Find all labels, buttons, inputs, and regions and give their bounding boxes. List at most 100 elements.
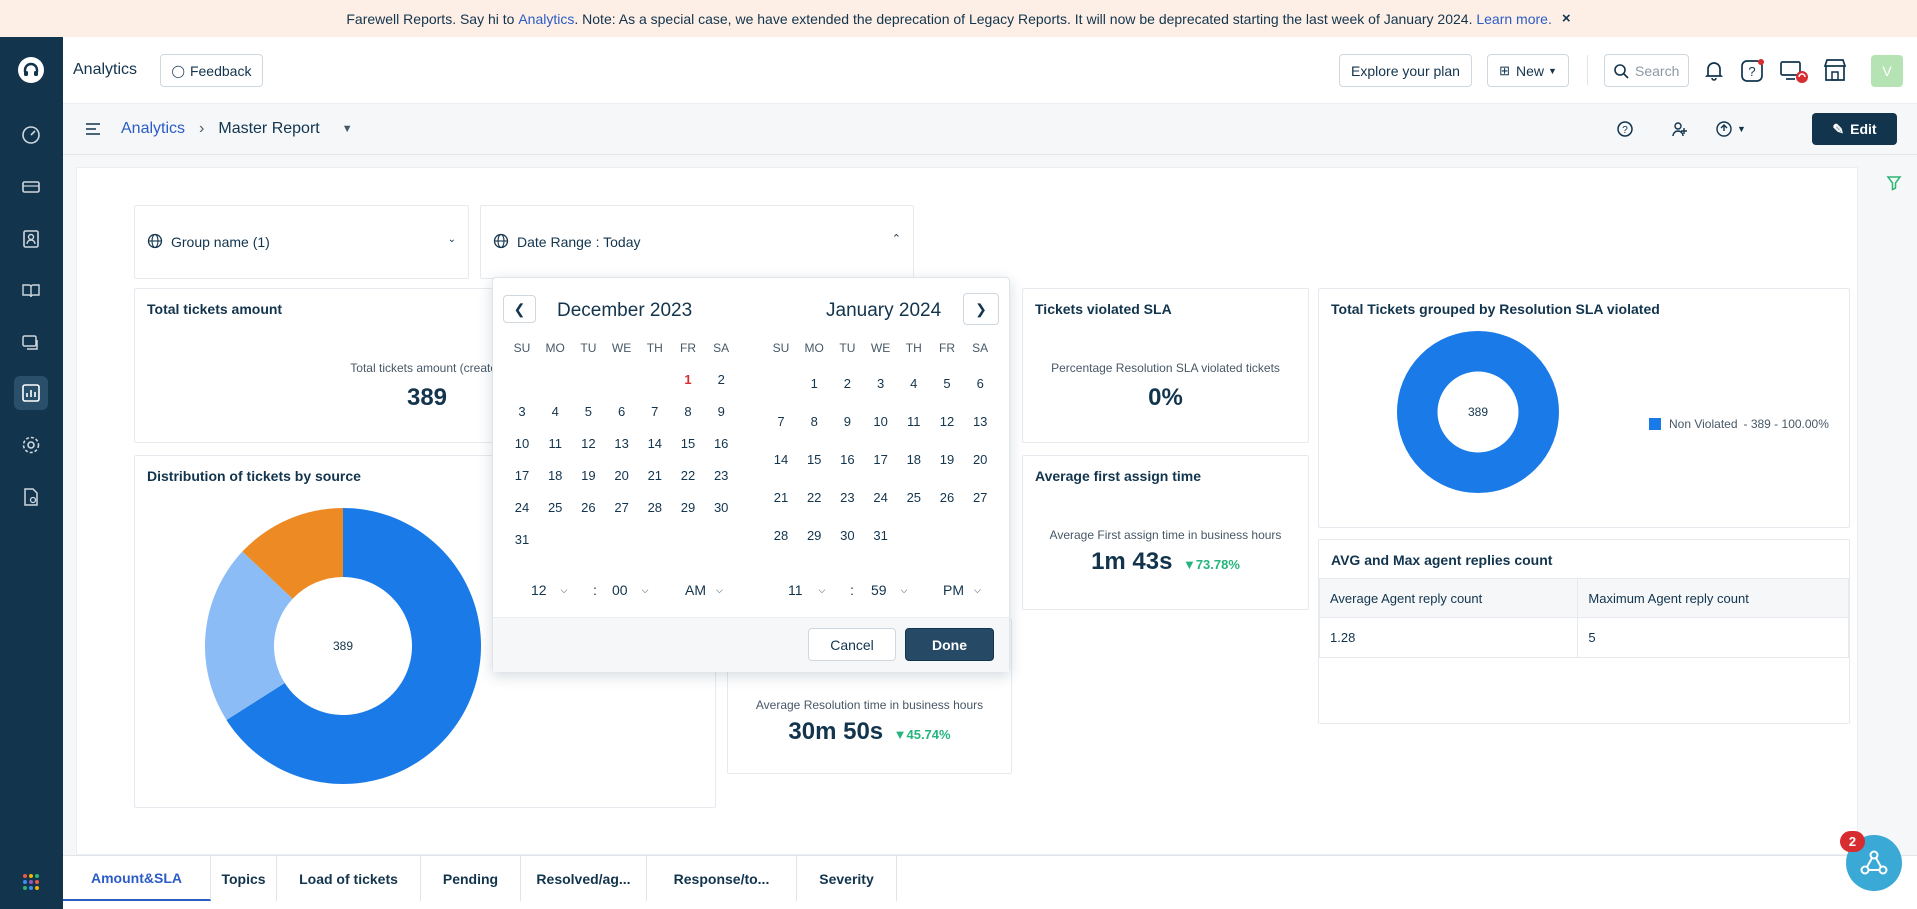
- share-users-icon[interactable]: [1671, 120, 1689, 143]
- calendar-day[interactable]: 16: [709, 436, 733, 451]
- calendar-day[interactable]: 29: [802, 528, 826, 543]
- apps-grid-icon[interactable]: [14, 865, 48, 899]
- calendar-day[interactable]: 3: [869, 376, 893, 391]
- tab-severity[interactable]: Severity: [797, 856, 897, 901]
- calendar-day[interactable]: 23: [835, 490, 859, 505]
- calendar-day[interactable]: 26: [576, 500, 600, 515]
- calendar-day[interactable]: 17: [869, 452, 893, 467]
- marketplace-store-icon[interactable]: [1822, 57, 1848, 88]
- calendar-day[interactable]: 13: [610, 436, 634, 451]
- prev-month-button[interactable]: ❮: [503, 295, 536, 323]
- calendar-day[interactable]: 31: [869, 528, 893, 543]
- calendar-day[interactable]: 21: [769, 490, 793, 505]
- calendar-day[interactable]: 15: [676, 436, 700, 451]
- banner-analytics-link[interactable]: Analytics: [518, 11, 574, 27]
- calendar-day[interactable]: 18: [902, 452, 926, 467]
- calendar-day[interactable]: 9: [709, 404, 733, 419]
- calendar-day[interactable]: 12: [935, 414, 959, 429]
- calendar-day[interactable]: 26: [935, 490, 959, 505]
- calendar-day[interactable]: 31: [510, 532, 534, 547]
- calendar-day[interactable]: 30: [709, 500, 733, 515]
- calendar-day[interactable]: 8: [676, 404, 700, 419]
- calendar-day[interactable]: 15: [802, 452, 826, 467]
- calendar-day[interactable]: 4: [543, 404, 567, 419]
- tickets-icon[interactable]: [14, 170, 48, 204]
- question-circle-icon[interactable]: ?: [1616, 120, 1634, 143]
- calendar-day[interactable]: 21: [643, 468, 667, 483]
- hamburger-menu-icon[interactable]: [85, 122, 101, 141]
- bell-icon[interactable]: [1702, 58, 1726, 87]
- calendar-day[interactable]: 25: [543, 500, 567, 515]
- calendar-day[interactable]: 14: [769, 452, 793, 467]
- calendar-day[interactable]: 2: [709, 372, 733, 387]
- settings-gear-icon[interactable]: [14, 428, 48, 462]
- calendar-day[interactable]: 24: [869, 490, 893, 505]
- calendar-day[interactable]: 28: [643, 500, 667, 515]
- calendar-day[interactable]: 4: [902, 376, 926, 391]
- calendar-day[interactable]: 13: [968, 414, 992, 429]
- calendar-day[interactable]: 16: [835, 452, 859, 467]
- end-ampm-select[interactable]: PM ⌵: [943, 582, 981, 598]
- start-hour-select[interactable]: 12 ⌵: [531, 582, 567, 598]
- breadcrumb-analytics-link[interactable]: Analytics: [121, 120, 185, 138]
- calendar-day[interactable]: 22: [676, 468, 700, 483]
- calendar-day[interactable]: 25: [902, 490, 926, 505]
- calendar-day[interactable]: 24: [510, 500, 534, 515]
- calendar-day[interactable]: 6: [968, 376, 992, 391]
- contacts-icon[interactable]: [14, 222, 48, 256]
- calendar-day[interactable]: 7: [769, 414, 793, 429]
- tab-pending[interactable]: Pending: [421, 856, 521, 901]
- calendar-day[interactable]: 20: [968, 452, 992, 467]
- next-month-button[interactable]: ❯: [963, 293, 999, 325]
- end-minute-select[interactable]: 59 ⌵: [871, 582, 907, 598]
- forums-icon[interactable]: [14, 326, 48, 360]
- calendar-day[interactable]: 9: [835, 414, 859, 429]
- banner-close-icon[interactable]: ×: [1562, 10, 1571, 27]
- calendar-day[interactable]: 19: [576, 468, 600, 483]
- calendar-day[interactable]: 14: [643, 436, 667, 451]
- tab-load-of-tickets[interactable]: Load of tickets: [277, 856, 421, 901]
- new-button[interactable]: ⊞ New ▼: [1487, 54, 1569, 87]
- tab-amount-sla[interactable]: Amount&SLA: [63, 856, 211, 901]
- calendar-day[interactable]: 10: [869, 414, 893, 429]
- calendar-day[interactable]: 5: [935, 376, 959, 391]
- banner-learn-more-link[interactable]: Learn more.: [1476, 11, 1551, 27]
- start-minute-select[interactable]: 00 ⌵: [612, 582, 648, 598]
- calendar-day[interactable]: 3: [510, 404, 534, 419]
- cancel-button[interactable]: Cancel: [808, 628, 896, 661]
- calendar-day[interactable]: 29: [676, 500, 700, 515]
- reports-doc-icon[interactable]: [14, 480, 48, 514]
- monitor-status-icon[interactable]: [1779, 58, 1809, 89]
- edit-button[interactable]: ✎ Edit: [1812, 113, 1897, 145]
- calendar-day[interactable]: 27: [968, 490, 992, 505]
- calendar-day[interactable]: 11: [543, 436, 567, 451]
- calendar-day[interactable]: 28: [769, 528, 793, 543]
- start-ampm-select[interactable]: AM ⌵: [685, 582, 723, 598]
- tab-response-to[interactable]: Response/to...: [647, 856, 797, 901]
- calendar-day[interactable]: 18: [543, 468, 567, 483]
- export-menu-icon[interactable]: ▼: [1715, 120, 1746, 138]
- end-hour-select[interactable]: 11 ⌵: [788, 582, 825, 598]
- date-range-filter[interactable]: Date Range : Today ⌃: [480, 205, 914, 279]
- headset-logo-icon[interactable]: [14, 53, 48, 87]
- calendar-day[interactable]: 10: [510, 436, 534, 451]
- calendar-day[interactable]: 30: [835, 528, 859, 543]
- calendar-day[interactable]: 27: [610, 500, 634, 515]
- tab-topics[interactable]: Topics: [211, 856, 277, 901]
- group-name-filter[interactable]: Group name (1) ⌄: [134, 205, 469, 279]
- tab-resolved-ag[interactable]: Resolved/ag...: [521, 856, 647, 901]
- help-icon[interactable]: ?: [1740, 58, 1766, 89]
- calendar-day[interactable]: 17: [510, 468, 534, 483]
- calendar-day[interactable]: 1: [676, 372, 700, 387]
- feedback-button[interactable]: ◯ Feedback: [160, 54, 263, 87]
- calendar-day[interactable]: 19: [935, 452, 959, 467]
- calendar-day[interactable]: 11: [902, 414, 926, 429]
- report-dropdown-caret-icon[interactable]: ▼: [342, 123, 353, 135]
- calendar-day[interactable]: 6: [610, 404, 634, 419]
- search-input[interactable]: Search: [1604, 54, 1689, 87]
- calendar-day[interactable]: 23: [709, 468, 733, 483]
- analytics-icon[interactable]: [14, 376, 48, 410]
- dashboard-icon[interactable]: [14, 118, 48, 152]
- calendar-day[interactable]: 2: [835, 376, 859, 391]
- calendar-day[interactable]: 5: [576, 404, 600, 419]
